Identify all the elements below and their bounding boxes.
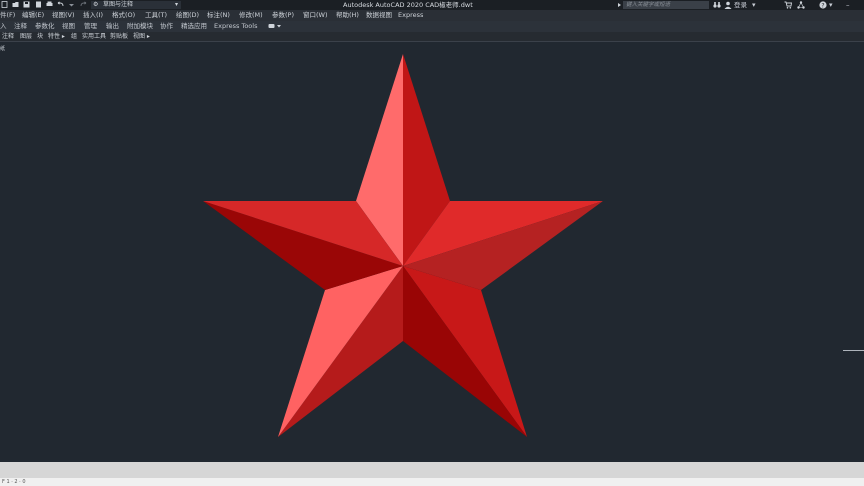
menu-insert[interactable]: 插入(I) — [83, 10, 103, 21]
panel-groups[interactable]: 组 — [71, 32, 77, 41]
menu-file[interactable]: 件(F) — [0, 10, 15, 21]
chevron-down-icon[interactable]: ▾ — [752, 0, 756, 10]
chevron-down-icon[interactable]: ▾ — [829, 0, 833, 10]
tab-output[interactable]: 输出 — [106, 21, 119, 32]
app-title: Autodesk AutoCAD 2020 CAD椒老师.dwt — [343, 1, 473, 9]
panel-view[interactable]: 视图 ▸ — [133, 32, 150, 41]
menu-dimension[interactable]: 标注(N) — [207, 10, 230, 21]
menu-data-view[interactable]: 数据视图 — [366, 10, 392, 21]
menu-modify[interactable]: 修改(M) — [239, 10, 263, 21]
binoculars-icon[interactable] — [713, 1, 721, 10]
ribbon-tabs: 入 注释 参数化 视图 管理 输出 附加模块 协作 精选应用 Express T… — [0, 21, 864, 32]
open-file-icon[interactable] — [12, 1, 19, 8]
search-input[interactable]: 键入关键字或短语 — [623, 1, 709, 9]
panel-annotation[interactable]: 注释 — [2, 32, 14, 41]
new-file-icon[interactable] — [1, 1, 8, 8]
red-star-drawing — [203, 54, 603, 437]
crosshair-line — [843, 350, 864, 351]
ribbon-toggle-icon[interactable] — [268, 23, 282, 32]
ribbon-panels: 注释 图层 块 特性 ▸ 组 实用工具 剪贴板 视图 ▸ — [0, 32, 864, 42]
help-icon[interactable]: ? — [819, 1, 827, 10]
panel-block[interactable]: 块 — [37, 32, 43, 41]
menu-help[interactable]: 帮助(H) — [336, 10, 359, 21]
command-line[interactable]: F 1 · 2 · 0 — [0, 478, 864, 486]
menu-view[interactable]: 视图(V) — [52, 10, 75, 21]
tab-insert[interactable]: 入 — [0, 21, 7, 32]
menu-express[interactable]: Express — [398, 10, 423, 21]
menu-edit[interactable]: 编辑(E) — [22, 10, 44, 21]
panel-properties[interactable]: 特性 ▸ — [48, 32, 65, 41]
user-icon[interactable] — [724, 1, 732, 10]
quick-access-toolbar — [1, 1, 89, 9]
print-icon[interactable] — [46, 1, 53, 8]
login-button[interactable]: 登录 — [734, 0, 747, 10]
menu-tools[interactable]: 工具(T) — [145, 10, 167, 21]
drawing-canvas[interactable]: 纸 — [0, 42, 864, 479]
title-bar: ⚙ 草图与注释 ▾ Autodesk AutoCAD 2020 CAD椒老师.d… — [0, 0, 864, 10]
menu-parametric[interactable]: 参数(P) — [272, 10, 294, 21]
panel-utilities[interactable]: 实用工具 — [82, 32, 106, 41]
panel-layers[interactable]: 图层 — [20, 32, 32, 41]
search-arrow-icon — [617, 1, 622, 10]
connect-icon[interactable] — [797, 1, 805, 10]
menu-window[interactable]: 窗口(W) — [303, 10, 328, 21]
save-icon[interactable] — [23, 1, 30, 8]
workspace-label: 草图与注释 — [103, 1, 134, 8]
tab-view[interactable]: 视图 — [62, 21, 75, 32]
save-as-icon[interactable] — [35, 1, 42, 8]
svg-text:?: ? — [821, 2, 824, 9]
undo-icon[interactable] — [57, 1, 64, 8]
tab-express-tools[interactable]: Express Tools — [214, 21, 257, 32]
cart-icon[interactable] — [784, 1, 793, 10]
tab-addins[interactable]: 附加模块 — [127, 21, 153, 32]
redo-icon[interactable] — [80, 1, 87, 8]
menu-draw[interactable]: 绘图(D) — [176, 10, 199, 21]
tab-featured-apps[interactable]: 精选应用 — [181, 21, 207, 32]
chevron-down-icon: ▾ — [174, 1, 178, 8]
workspace-selector[interactable]: ⚙ 草图与注释 ▾ — [91, 1, 181, 9]
minimize-icon[interactable]: – — [846, 0, 850, 10]
panel-clipboard[interactable]: 剪贴板 — [110, 32, 128, 41]
status-bar — [0, 462, 864, 478]
tab-parametric[interactable]: 参数化 — [35, 21, 55, 32]
tab-manage[interactable]: 管理 — [84, 21, 97, 32]
gear-icon: ⚙ — [93, 1, 99, 8]
menu-format[interactable]: 格式(O) — [112, 10, 135, 21]
tab-annotate[interactable]: 注释 — [14, 21, 27, 32]
menu-bar: 件(F) 编辑(E) 视图(V) 插入(I) 格式(O) 工具(T) 绘图(D)… — [0, 10, 864, 21]
tab-collaborate[interactable]: 协作 — [160, 21, 173, 32]
undo-dropdown-icon[interactable] — [68, 1, 75, 8]
